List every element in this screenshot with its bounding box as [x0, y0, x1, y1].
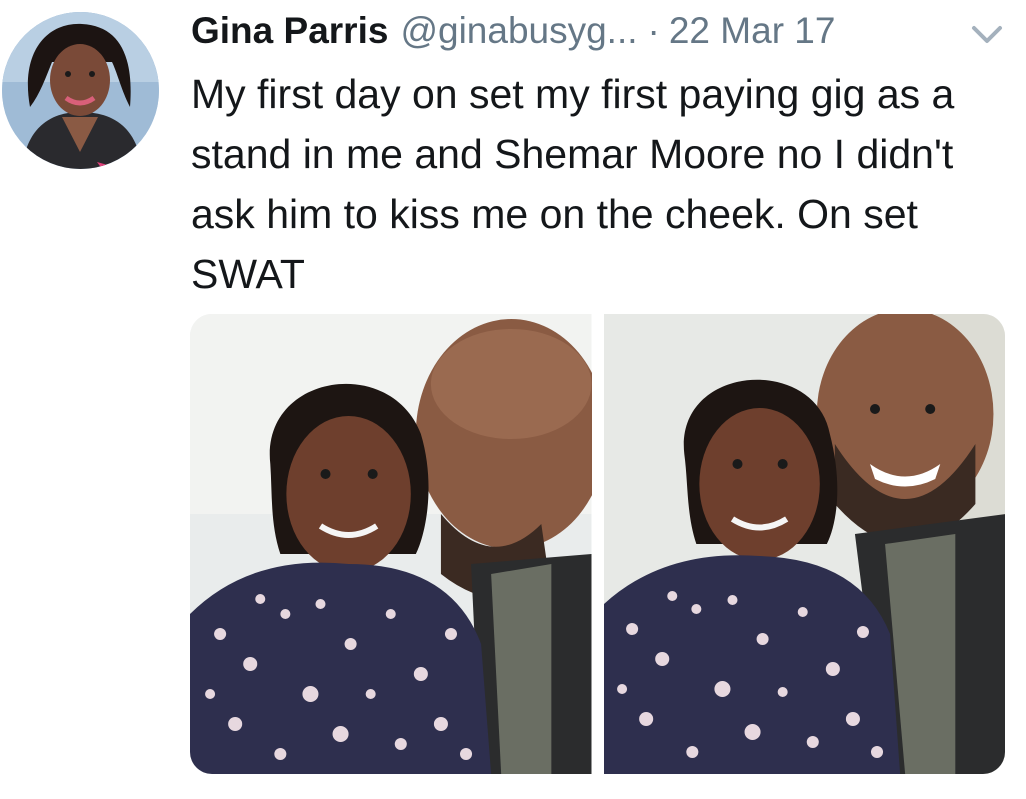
- photo-2[interactable]: [603, 314, 1005, 774]
- author-handle[interactable]: @ginabusyg...: [400, 10, 637, 52]
- avatar-image: [2, 12, 159, 169]
- tweet-text: My first day on set my first paying gig …: [191, 71, 955, 297]
- author-avatar[interactable]: [2, 12, 159, 169]
- chevron-down-icon[interactable]: [970, 24, 1004, 46]
- tweet-header: Gina Parris @ginabusyg... · 22 Mar 17: [191, 8, 835, 54]
- photo-kiss-icon: [190, 314, 592, 774]
- author-name[interactable]: Gina Parris: [191, 10, 388, 52]
- media-grid: [190, 314, 1005, 774]
- tweet-date[interactable]: 22 Mar 17: [669, 10, 836, 52]
- separator: ·: [647, 10, 660, 51]
- photo-selfie-icon: [603, 314, 1005, 774]
- photo-1[interactable]: [190, 314, 592, 774]
